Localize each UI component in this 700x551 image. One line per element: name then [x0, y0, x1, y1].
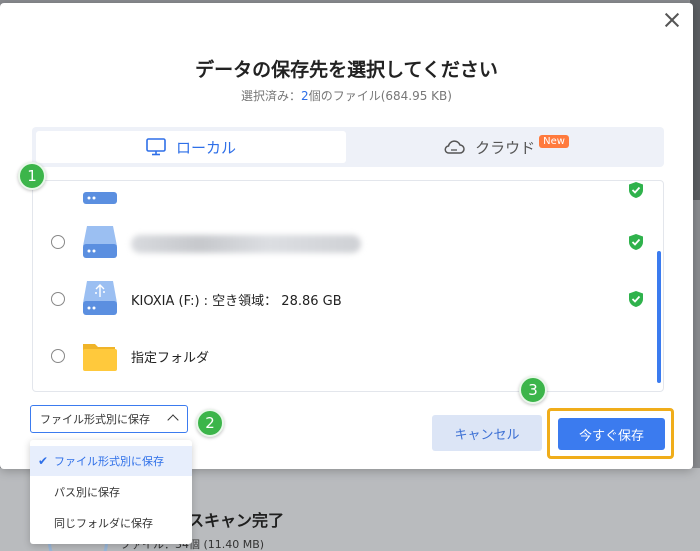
location-radio[interactable] [51, 349, 65, 363]
save-now-button[interactable]: 今すぐ保存 [558, 418, 665, 450]
menu-item-label: 同じフォルダに保存 [54, 517, 153, 530]
tab-local-label: ローカル [175, 138, 236, 157]
menu-item-by-file-type[interactable]: ✔ ファイル形式別に保存 [30, 446, 192, 476]
list-item[interactable] [33, 217, 653, 267]
usb-drive-icon [83, 281, 117, 315]
verified-shield-icon [629, 291, 643, 307]
list-item[interactable] [33, 181, 653, 215]
monitor-icon [146, 138, 166, 156]
blurred-drive-name [131, 235, 361, 253]
save-format-menu: ✔ ファイル形式別に保存 パス別に保存 同じフォルダに保存 [30, 440, 192, 544]
new-badge: New [539, 134, 569, 148]
destination-tabs: ローカル クラウド New [32, 127, 664, 167]
location-list: KIOXIA (F:) : 空き領域： 28.86 GB 指定フォルダ [32, 180, 664, 392]
chevron-up-icon [167, 414, 179, 426]
menu-item-same-folder[interactable]: 同じフォルダに保存 [30, 508, 192, 538]
summary-suffix: 個のファイル(684.95 KB) [308, 89, 452, 103]
menu-item-label: パス別に保存 [54, 486, 120, 499]
cancel-button[interactable]: キャンセル [432, 415, 542, 451]
list-item[interactable]: KIOXIA (F:) : 空き領域： 28.86 GB [33, 274, 653, 324]
step-marker-2: 2 [196, 409, 224, 437]
location-label: 指定フォルダ [131, 350, 210, 366]
list-item[interactable]: 指定フォルダ [33, 331, 653, 381]
save-button-highlight: 今すぐ保存 [547, 408, 674, 459]
menu-item-label: ファイル形式別に保存 [54, 455, 164, 468]
save-destination-dialog: データの保存先を選択してください 選択済み：2個のファイル(684.95 KB)… [0, 3, 693, 469]
summary-count: 2 [301, 89, 309, 103]
step-marker-1: 1 [18, 162, 46, 190]
checkmark-icon: ✔ [37, 454, 48, 468]
summary-prefix: 選択済み： [241, 89, 302, 103]
cloud-icon [444, 140, 465, 154]
tab-local[interactable]: ローカル [36, 131, 346, 163]
list-scrollbar[interactable] [657, 251, 661, 383]
location-radio[interactable] [51, 235, 65, 249]
location-radio[interactable] [51, 292, 65, 306]
save-format-value: ファイル形式別に保存 [40, 413, 150, 426]
folder-icon [83, 344, 117, 371]
close-icon[interactable] [663, 11, 681, 29]
location-label: KIOXIA (F:) : 空き領域： 28.86 GB [131, 293, 342, 309]
drive-icon [83, 192, 117, 204]
dialog-title: データの保存先を選択してください [195, 59, 498, 81]
selection-summary: 選択済み：2個のファイル(684.95 KB) [0, 87, 693, 104]
tab-cloud[interactable]: クラウド New [352, 131, 660, 163]
verified-shield-icon [629, 234, 643, 250]
step-marker-3: 3 [519, 376, 547, 404]
tab-cloud-label: クラウド [475, 138, 536, 157]
scan-complete-title: スキャン完了 [188, 511, 285, 530]
menu-item-by-path[interactable]: パス別に保存 [30, 477, 192, 507]
save-format-select[interactable]: ファイル形式別に保存 [30, 405, 188, 433]
verified-shield-icon [629, 182, 643, 198]
drive-icon [83, 226, 117, 258]
